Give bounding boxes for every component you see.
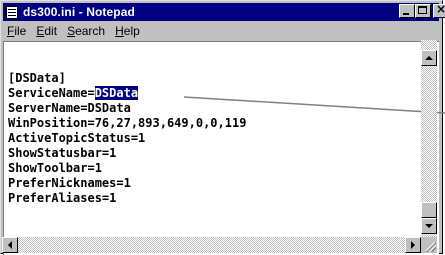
text-line: ShowToolbar=1 (8, 161, 102, 175)
menu-help[interactable]: Help (111, 24, 146, 38)
text-line-selected: ServiceName=DSData (8, 86, 246, 101)
scroll-left-button[interactable] (2, 237, 18, 253)
text-line: ServerName=DSData (8, 101, 131, 115)
minimize-button[interactable] (399, 4, 415, 18)
arrow-down-icon (425, 224, 433, 228)
text-line: WinPosition=76,27,893,649,0,0,119 (8, 116, 247, 130)
maximize-icon (418, 6, 427, 14)
menu-file[interactable]: File (3, 24, 32, 38)
text-line: PreferNicknames=1 (8, 176, 131, 190)
arrow-right-icon (411, 241, 415, 249)
scroll-thumb[interactable] (421, 202, 437, 218)
close-button[interactable]: × (433, 2, 445, 18)
text-line: PreferAliases=1 (8, 191, 117, 205)
menu-search[interactable]: Search (63, 24, 111, 38)
arrow-left-icon (8, 241, 12, 249)
arrow-up-icon (425, 56, 433, 60)
document-text[interactable]: [DSData] ServiceName=DSData ServerName=DSD… (8, 56, 246, 206)
menu-search-accel: S (67, 24, 76, 38)
menu-file-label: ile (14, 24, 27, 38)
text-line-prefix: ServiceName= (8, 86, 95, 100)
text-line: ActiveTopicStatus=1 (8, 131, 146, 145)
text-line: [DSData] (8, 71, 66, 85)
title-buttons: × (399, 2, 445, 18)
text-line: ShowStatusbar=1 (8, 146, 117, 160)
horizontal-scrollbar[interactable] (2, 237, 421, 253)
menu-edit-label: dit (44, 24, 58, 38)
notepad-icon[interactable] (6, 5, 18, 19)
close-icon: × (435, 2, 445, 16)
minimize-icon (403, 13, 409, 15)
scroll-down-button[interactable] (421, 218, 437, 234)
menu-edit[interactable]: Edit (32, 24, 63, 38)
vertical-scrollbar[interactable] (421, 40, 437, 237)
size-grip-icon (426, 242, 436, 252)
selected-text[interactable]: DSData (94, 86, 139, 100)
menu-help-label: elp (123, 24, 140, 38)
menu-bar: File Edit Search Help (3, 22, 439, 40)
window-title: ds300.ini - Notepad (23, 5, 135, 19)
size-grip[interactable] (421, 237, 437, 253)
maximize-button[interactable] (415, 4, 431, 18)
text-line (8, 56, 246, 71)
menu-search-label: earch (75, 24, 106, 38)
title-bar[interactable]: ds300.ini - Notepad × (3, 2, 445, 21)
menu-help-accel: H (115, 24, 124, 38)
scroll-right-button[interactable] (405, 237, 421, 253)
scroll-up-button[interactable] (421, 50, 437, 66)
